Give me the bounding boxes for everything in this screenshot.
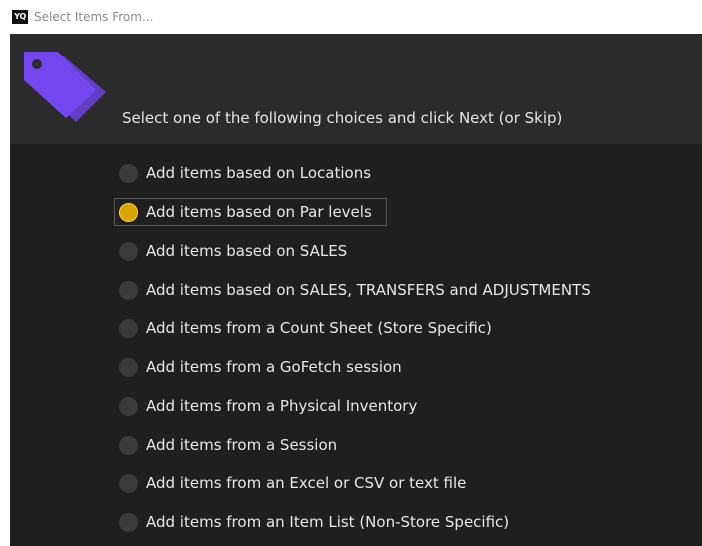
price-tag-icon — [24, 52, 106, 122]
radio-button[interactable] — [119, 435, 138, 455]
option-item-list[interactable]: Add items from an Item List (Non-Store S… — [115, 509, 523, 535]
option-label: Add items based on Par levels — [146, 203, 372, 221]
option-label: Add items from a Session — [146, 436, 338, 454]
option-physical-inventory[interactable]: Add items from a Physical Inventory — [115, 393, 431, 419]
radio-button[interactable] — [119, 318, 138, 338]
option-excel-csv-text[interactable]: Add items from an Excel or CSV or text f… — [115, 470, 480, 496]
option-label: Add items from a Count Sheet (Store Spec… — [146, 319, 492, 337]
radio-button[interactable] — [119, 280, 138, 300]
window-title: Select Items From... — [34, 10, 154, 24]
option-session[interactable]: Add items from a Session — [115, 432, 351, 458]
choices-panel: Add items based on Locations Add items b… — [10, 144, 702, 546]
option-locations[interactable]: Add items based on Locations — [115, 160, 385, 186]
instruction-text: Select one of the following choices and … — [122, 109, 563, 127]
option-label: Add items from a GoFetch session — [146, 358, 402, 376]
radio-button[interactable] — [119, 396, 138, 416]
option-label: Add items based on SALES — [146, 242, 348, 260]
radio-button[interactable] — [119, 163, 138, 183]
option-par-levels[interactable]: Add items based on Par levels — [114, 198, 387, 226]
option-label: Add items from an Excel or CSV or text f… — [146, 474, 467, 492]
option-sales[interactable]: Add items based on SALES — [115, 238, 361, 264]
radio-button[interactable] — [119, 241, 138, 261]
option-label: Add items from an Item List (Non-Store S… — [146, 513, 510, 531]
option-label: Add items from a Physical Inventory — [146, 397, 418, 415]
option-sales-transfers-adjustments[interactable]: Add items based on SALES, TRANSFERS and … — [115, 277, 605, 303]
radio-button[interactable] — [119, 473, 138, 493]
app-logo-icon: YQ — [12, 10, 28, 24]
radio-button-selected[interactable] — [119, 202, 138, 222]
wizard-header: Select one of the following choices and … — [10, 34, 702, 144]
radio-button[interactable] — [119, 357, 138, 377]
option-count-sheet[interactable]: Add items from a Count Sheet (Store Spec… — [115, 315, 506, 341]
option-gofetch-session[interactable]: Add items from a GoFetch session — [115, 354, 416, 380]
option-label: Add items based on SALES, TRANSFERS and … — [146, 281, 591, 299]
title-bar: YQ Select Items From... — [0, 0, 702, 34]
radio-button[interactable] — [119, 512, 138, 532]
option-label: Add items based on Locations — [146, 164, 372, 182]
